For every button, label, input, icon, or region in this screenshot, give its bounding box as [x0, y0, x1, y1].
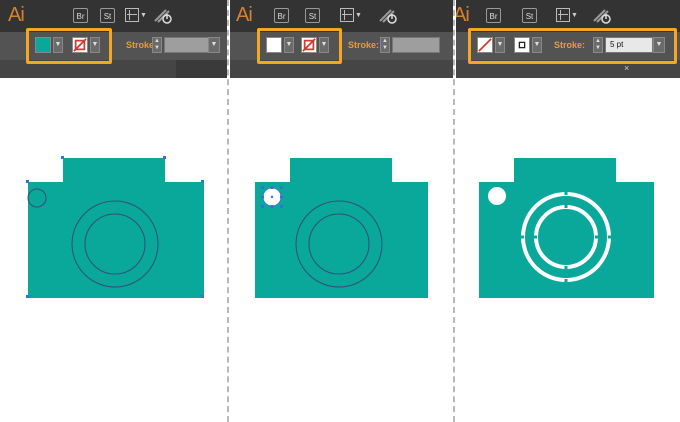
fill-swatch-none[interactable] [477, 37, 493, 53]
stroke-weight-stepper[interactable]: ▲ ▼ [593, 37, 603, 53]
panel-divider [227, 0, 229, 422]
sync-icon[interactable] [377, 7, 399, 25]
fill-dropdown[interactable]: ▼ [495, 37, 505, 53]
stroke-weight-dropdown[interactable]: ▼ [208, 37, 220, 53]
panel-step-1: Ai Br St ▼ Stroke: ▲ ▼ ▼ ▼ ▼ [0, 0, 227, 422]
stroke-weight-dropdown[interactable]: ▼ [653, 37, 665, 53]
illustrator-logo: Ai [236, 4, 253, 26]
bridge-button[interactable]: Br [486, 8, 501, 23]
stroke-weight-field[interactable] [392, 37, 440, 53]
stroke-dropdown[interactable]: ▼ [319, 37, 329, 53]
stroke-weight-stepper[interactable]: ▲ ▼ [380, 37, 390, 53]
stroke-swatch[interactable] [514, 37, 530, 53]
stock-button[interactable]: St [522, 8, 537, 23]
sync-icon[interactable] [152, 7, 174, 25]
stock-button[interactable]: St [100, 8, 115, 23]
stroke-weight-field[interactable]: 5 pt [605, 37, 653, 53]
camera-artwork [255, 158, 428, 298]
stock-button[interactable]: St [305, 8, 320, 23]
stroke-weight-field[interactable] [164, 37, 209, 53]
arrange-documents-icon[interactable]: ▼ [556, 8, 578, 23]
fill-swatch[interactable] [266, 37, 282, 53]
stroke-label: Stroke: [348, 40, 380, 50]
camera-artwork [26, 156, 204, 298]
illustrator-logo: Ai [456, 4, 470, 26]
panel-step-3: Ai Br St ▼ × ▼ ▼ Stroke: ▲ ▼ 5 pt ▼ [456, 0, 680, 422]
fill-dropdown[interactable]: ▼ [53, 37, 63, 53]
panel-divider [453, 0, 455, 422]
stroke-swatch-none[interactable] [72, 37, 88, 53]
stroke-dropdown[interactable]: ▼ [532, 37, 542, 53]
bridge-button[interactable]: Br [73, 8, 88, 23]
arrange-documents-icon[interactable]: ▼ [340, 8, 362, 23]
fill-dropdown[interactable]: ▼ [284, 37, 294, 53]
arrange-documents-icon[interactable]: ▼ [125, 8, 147, 23]
stroke-swatch-none[interactable] [301, 37, 317, 53]
bridge-button[interactable]: Br [274, 8, 289, 23]
panel-step-2: Ai Br St ▼ Stroke: ▲ ▼ ▼ ▼ [230, 0, 453, 422]
camera-artwork [479, 158, 654, 298]
stroke-dropdown[interactable]: ▼ [90, 37, 100, 53]
stroke-label: Stroke: [554, 40, 586, 50]
sync-icon[interactable] [591, 7, 613, 25]
stroke-weight-stepper[interactable]: ▲ ▼ [152, 37, 162, 53]
illustrator-logo: Ai [8, 4, 25, 26]
close-tab-icon[interactable]: × [624, 63, 629, 73]
fill-swatch[interactable] [35, 37, 51, 53]
